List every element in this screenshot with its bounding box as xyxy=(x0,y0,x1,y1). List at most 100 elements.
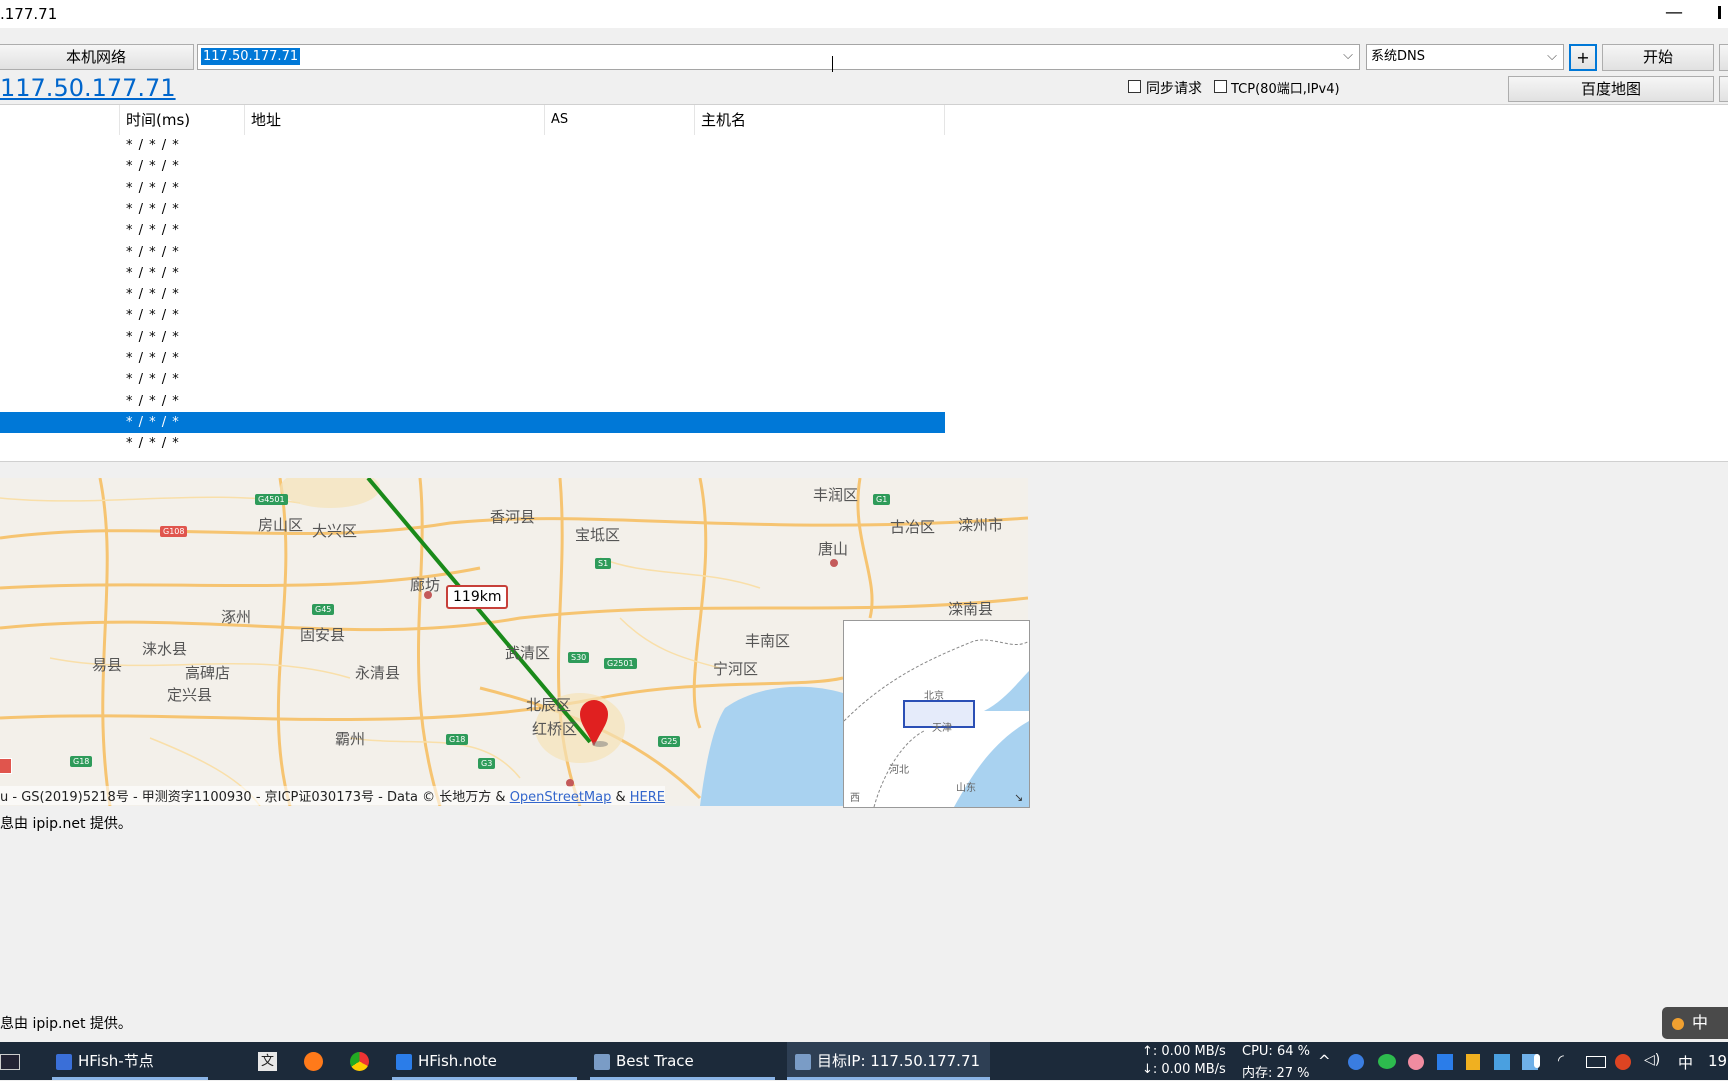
table-row[interactable]: * / * / * xyxy=(0,135,945,156)
terminal-icon[interactable] xyxy=(0,1054,20,1070)
taskbar-item-hfish-note[interactable]: HFish.note xyxy=(392,1042,581,1080)
time-cell: * / * / * xyxy=(126,138,180,153)
trace-table[interactable]: 时间(ms) 地址 AS 主机名 * / * / * * / * / * * / *… xyxy=(0,104,1728,462)
table-row[interactable]: * / * / * xyxy=(0,433,945,454)
time-cell: * / * / * xyxy=(126,180,180,196)
table-row[interactable]: * / * / * xyxy=(0,369,945,390)
close-button[interactable] xyxy=(1718,6,1721,19)
target-input[interactable]: 117.50.177.71 ⌵ xyxy=(197,44,1360,70)
taskbar-item-hfish-node[interactable]: HFish-节点 xyxy=(52,1042,212,1080)
table-row[interactable]: * / * / * xyxy=(0,327,945,348)
time-cell: * / * / * xyxy=(126,201,180,217)
screenshot-icon[interactable] xyxy=(1494,1054,1510,1070)
table-row[interactable]: * / * / * xyxy=(0,284,945,305)
map-place-label: 武清区 xyxy=(505,644,551,662)
road-shield: G4501 xyxy=(255,494,288,505)
microphone-icon[interactable] xyxy=(1534,1054,1540,1068)
overflow-button[interactable] xyxy=(1719,44,1728,71)
map-place-label: 定兴县 xyxy=(167,686,213,704)
road-shield: G18 xyxy=(70,756,93,767)
minimize-button[interactable]: — xyxy=(1665,0,1683,28)
map-place-label: 房山区 xyxy=(258,516,304,534)
road-shield: G108 xyxy=(160,526,188,537)
dns-select[interactable]: 系统DNS ⌵ xyxy=(1366,44,1564,70)
clock[interactable]: 19 xyxy=(1708,1052,1727,1070)
table-row[interactable]: * / * / * xyxy=(0,199,945,220)
map-place-label: 滦州市 xyxy=(958,516,1004,534)
input-language[interactable]: 中 xyxy=(1678,1052,1693,1073)
openstreetmap-link[interactable]: OpenStreetMap xyxy=(510,790,612,805)
map-place-label: 唐山 xyxy=(818,540,849,558)
wechat-icon[interactable] xyxy=(1378,1054,1396,1069)
shield-icon[interactable] xyxy=(1466,1054,1480,1070)
table-row[interactable]: * / * / * xyxy=(0,178,945,199)
overview-map[interactable]: 北京 天津 河北 山东 西 ↘ xyxy=(843,620,1030,808)
chrome-icon[interactable] xyxy=(350,1052,369,1071)
table-row[interactable]: * / * / * xyxy=(0,242,945,263)
time-cell: * / * / * xyxy=(126,244,180,260)
chevron-down-icon[interactable]: ⌵ xyxy=(1547,45,1557,69)
best-trace-icon xyxy=(795,1053,811,1070)
table-row[interactable]: * / * / * xyxy=(0,411,945,433)
taskbar-item-target-ip[interactable]: 目标IP: 117.50.177.71 xyxy=(787,1042,990,1080)
window-title: .177.71 xyxy=(0,5,58,23)
flower-icon[interactable] xyxy=(1408,1054,1424,1070)
table-row[interactable]: * / * / * xyxy=(0,220,945,241)
table-row[interactable]: * / * / * xyxy=(0,348,945,369)
note-icon xyxy=(396,1053,412,1070)
wifi-icon[interactable]: ◜ xyxy=(1558,1051,1564,1069)
memory-usage: 内存: 27 % xyxy=(1242,1066,1310,1081)
map-place-label: 涿州 xyxy=(221,608,252,626)
tcp-label: TCP(80端口,IPv4) xyxy=(1231,82,1340,97)
road-shield: G3 xyxy=(478,758,496,769)
overflow-button-2[interactable] xyxy=(1719,76,1728,102)
table-row[interactable]: * / * / * xyxy=(0,156,945,177)
time-cell: * / * / * xyxy=(126,159,180,175)
tcp-checkbox[interactable] xyxy=(1214,80,1227,93)
road-shield: S30 xyxy=(568,652,590,663)
chevron-down-icon[interactable]: ⌵ xyxy=(1343,48,1353,63)
add-button[interactable]: + xyxy=(1569,44,1597,71)
local-network-button[interactable]: 本机网络 xyxy=(0,44,194,70)
translate-icon[interactable]: 文 xyxy=(258,1052,277,1071)
text-cursor-icon xyxy=(832,56,833,72)
dns-select-value: 系统DNS xyxy=(1371,49,1425,64)
column-header-hop[interactable] xyxy=(0,105,120,135)
best-trace-icon xyxy=(594,1053,610,1070)
table-row[interactable]: * / * / * xyxy=(0,391,945,412)
target-ip-link[interactable]: 117.50.177.71 xyxy=(0,74,176,102)
here-link[interactable]: HERE xyxy=(630,790,665,805)
map-legend-icon xyxy=(0,758,12,774)
taskbar-item-best-trace[interactable]: Best Trace xyxy=(590,1042,779,1080)
battery-icon[interactable] xyxy=(1586,1056,1606,1068)
column-header-as[interactable]: AS xyxy=(545,105,695,135)
title-bar: .177.71 — xyxy=(0,0,1728,28)
bohai-sea xyxy=(700,686,843,806)
column-header-time[interactable]: 时间(ms) xyxy=(120,105,245,135)
time-cell: * / * / * xyxy=(126,287,180,303)
column-header-hostname[interactable]: 主机名 xyxy=(695,105,945,135)
road-shield: G2501 xyxy=(604,658,637,669)
sync-request-checkbox[interactable] xyxy=(1128,80,1141,93)
baidu-map-button[interactable]: 百度地图 xyxy=(1508,76,1714,102)
check-icon[interactable] xyxy=(1348,1054,1364,1070)
inset-label: 天津 xyxy=(932,723,952,734)
column-header-address[interactable]: 地址 xyxy=(245,105,545,135)
map-place-label: 宝坻区 xyxy=(575,526,621,544)
note-tray-icon[interactable] xyxy=(1437,1054,1453,1070)
chevron-up-icon[interactable]: ^ xyxy=(1318,1052,1331,1070)
ip-source-note: 息由 ipip.net 提供。 xyxy=(0,816,132,832)
ime-indicator[interactable]: 中 xyxy=(1662,1007,1728,1039)
inset-label: 河北 xyxy=(889,765,909,776)
volume-icon[interactable]: ◁) xyxy=(1644,1052,1660,1068)
map-copyright: u - GS(2019)5218号 - 甲测资字1100930 - 京ICP证0… xyxy=(0,786,666,805)
map-place-label: 永清县 xyxy=(355,664,401,682)
sync-request-label: 同步请求 xyxy=(1146,81,1202,97)
table-row[interactable]: * / * / * xyxy=(0,305,945,326)
expand-icon[interactable]: ↘ xyxy=(1014,791,1023,804)
start-button[interactable]: 开始 xyxy=(1602,44,1714,71)
firefox-icon[interactable] xyxy=(304,1052,323,1071)
huawei-icon[interactable] xyxy=(1615,1054,1631,1070)
time-cell: * / * / * xyxy=(126,265,180,281)
table-row[interactable]: * / * / * xyxy=(0,263,945,284)
